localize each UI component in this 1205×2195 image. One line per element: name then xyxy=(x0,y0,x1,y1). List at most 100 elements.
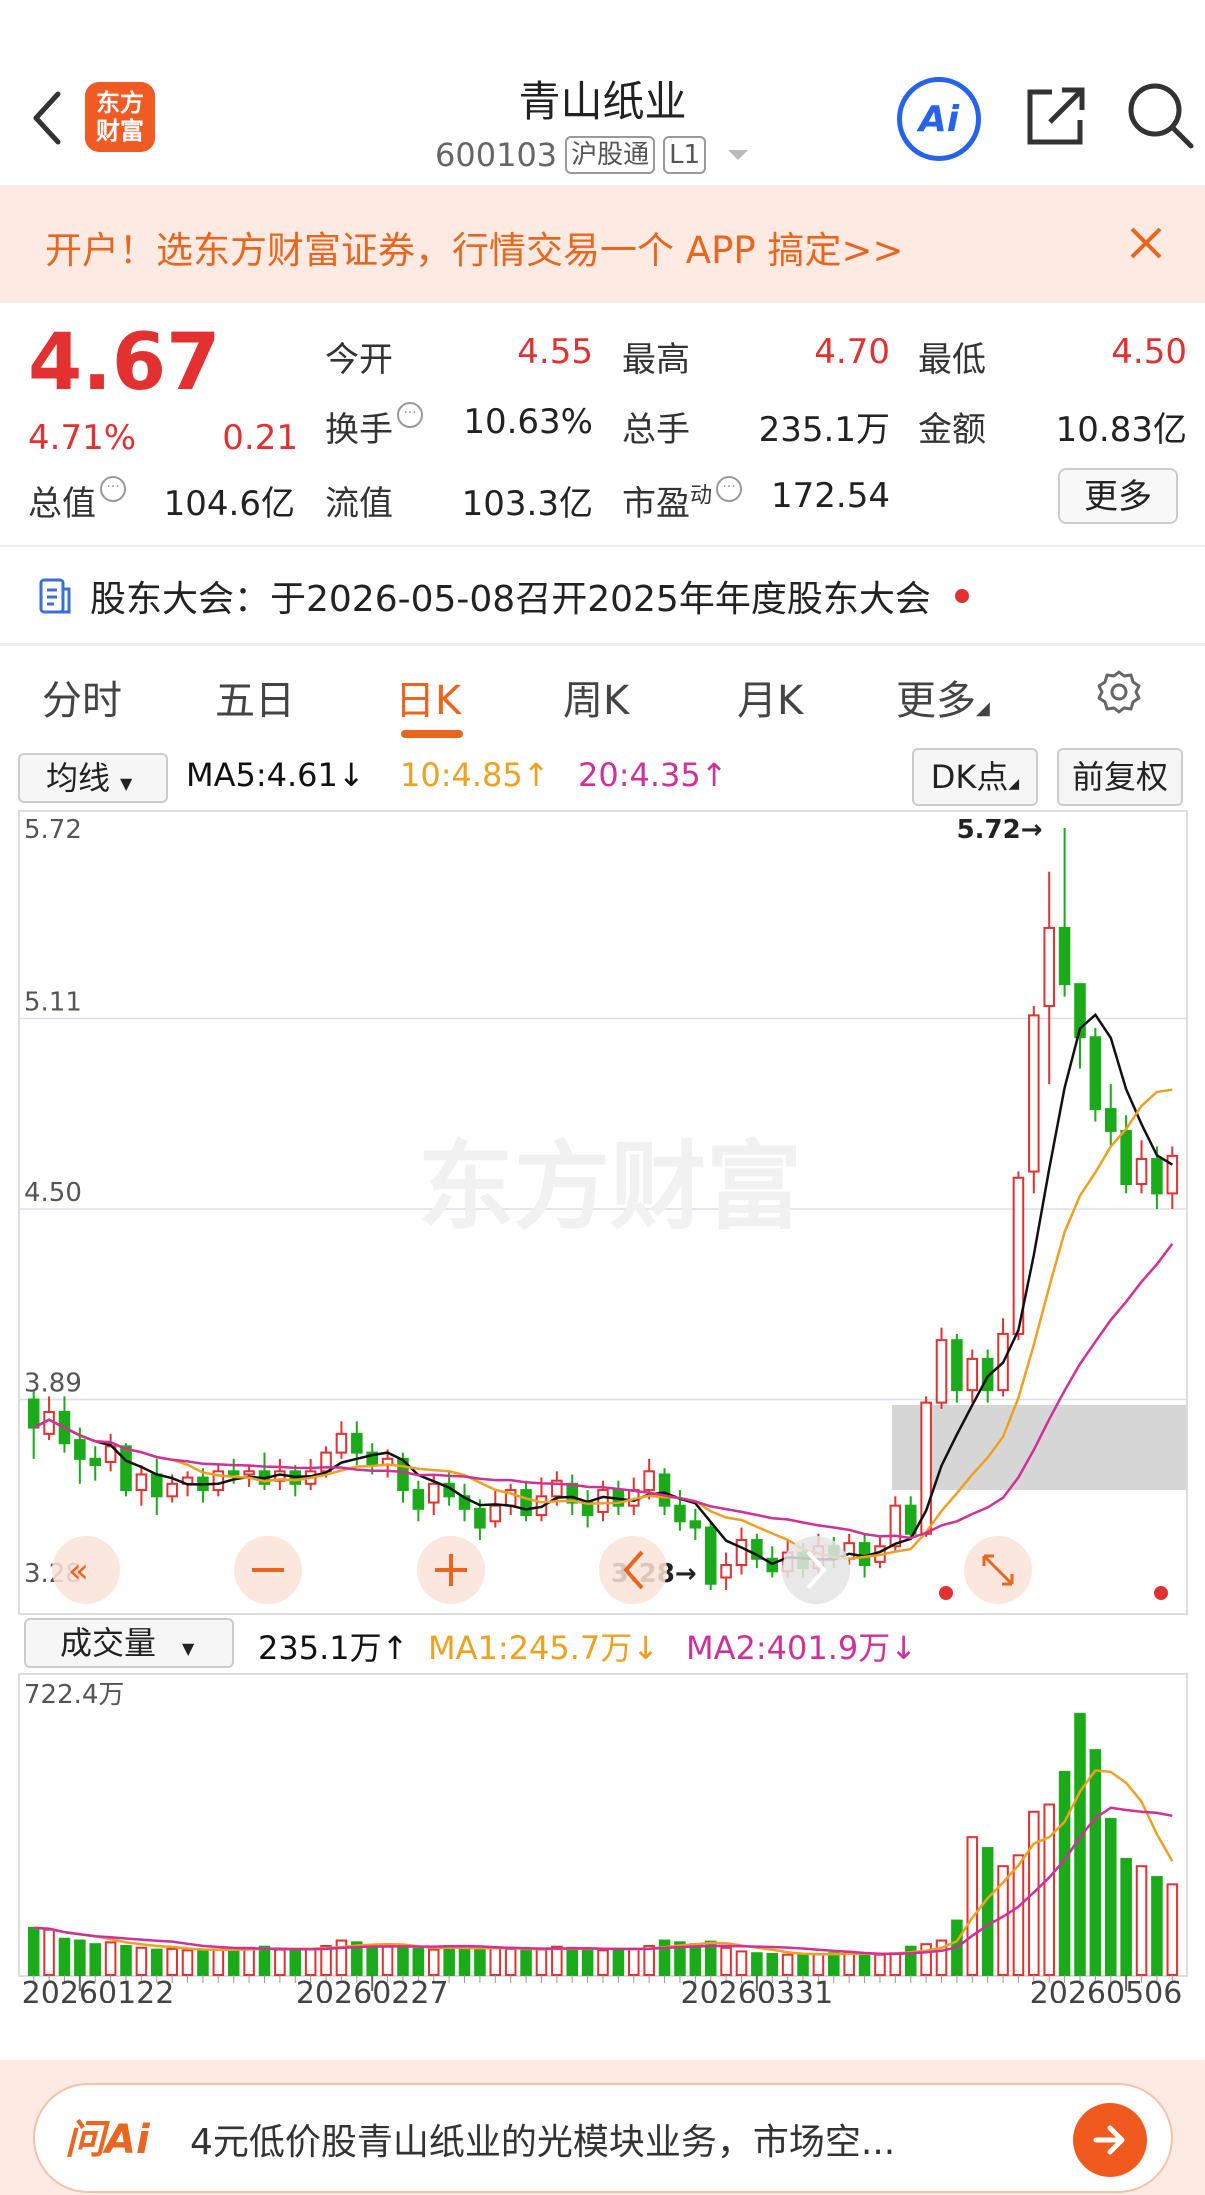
volume-bar xyxy=(1135,1865,1148,1976)
stock-code: 600103 xyxy=(435,136,558,174)
close-icon[interactable] xyxy=(1128,225,1164,261)
volume-bar xyxy=(720,1946,732,1977)
stock-code-row[interactable]: 600103 沪股通 L1 xyxy=(435,133,749,177)
volume-bar xyxy=(412,1947,425,1977)
ask-ai-prompt[interactable]: 4元低价股青山纸业的光模块业务，市场空... xyxy=(190,2113,895,2165)
change-percent: 4.71% xyxy=(28,418,137,458)
gear-icon[interactable] xyxy=(1095,668,1143,716)
volume-bar xyxy=(812,1952,825,1977)
tab-intraday[interactable]: 分时 xyxy=(42,668,122,726)
search-icon[interactable] xyxy=(1125,80,1195,150)
candle-body xyxy=(1104,1108,1117,1132)
volume-bar xyxy=(828,1952,840,1976)
tab-five-day[interactable]: 五日 xyxy=(215,668,295,726)
volume-bar xyxy=(458,1946,471,1976)
scroll-left-button[interactable] xyxy=(599,1536,667,1604)
vol-ma1-legend: MA1:245.7万↓ xyxy=(428,1629,660,1667)
high-label: 最高 xyxy=(622,340,690,380)
candle-body xyxy=(1028,1014,1040,1173)
candle-body xyxy=(89,1457,102,1467)
promo-banner-text[interactable]: 开户！选东方财富证券，行情交易一个 APP 搞定>> xyxy=(45,220,903,274)
candle-body xyxy=(351,1432,363,1454)
notice-row[interactable]: 股东大会：于2026-05-08召开2025年年度股东大会 xyxy=(38,570,969,622)
candle-body xyxy=(243,1470,255,1476)
ai-assistant-button[interactable]: Ai xyxy=(897,77,981,161)
volume-bar xyxy=(751,1952,763,1976)
level-tag: L1 xyxy=(663,136,707,174)
volume-max-label: 722.4万 xyxy=(24,1680,124,1710)
turnover-value: 10.63% xyxy=(463,402,593,442)
volume-bar xyxy=(27,1926,40,1977)
dk-point-button[interactable]: DK点◢ xyxy=(912,748,1038,806)
candle-body xyxy=(966,1357,979,1392)
mktcap-value: 104.6亿 xyxy=(163,484,295,524)
volume-frame xyxy=(18,1673,1188,1977)
tab-weekly-k[interactable]: 周K xyxy=(563,668,629,726)
volume-label: 总手 xyxy=(622,410,690,450)
volume-bar xyxy=(1104,1818,1117,1976)
volume-bar xyxy=(889,1952,902,1976)
document-icon xyxy=(39,578,71,614)
chevron-down-icon[interactable] xyxy=(728,150,749,160)
ma10-legend: 10:4.85↑ xyxy=(400,756,550,794)
tab-daily-k[interactable]: 日K xyxy=(395,668,461,726)
volume-bar xyxy=(181,1949,194,1977)
candlestick-chart[interactable]: 东方财富 5.725.114.503.893.28 5.72→3.28→ « xyxy=(18,810,1188,1615)
scroll-right-button[interactable] xyxy=(782,1536,850,1604)
volume-bar xyxy=(1058,1770,1071,1976)
tab-more[interactable]: 更多◢ xyxy=(896,668,990,726)
volume-bar xyxy=(797,1954,809,1977)
ma5-legend: MA5:4.61↓ xyxy=(186,756,365,794)
info-icon[interactable]: ··· xyxy=(716,476,743,502)
volume-bar xyxy=(151,1948,163,1976)
pe-label: 市盈动 ··· xyxy=(622,476,743,525)
date-axis-label: 20260506 xyxy=(1030,1976,1183,2003)
volume-bar xyxy=(597,1949,609,1977)
candle-body xyxy=(935,1339,948,1404)
dk-point-label: DK点 xyxy=(930,758,1009,796)
ask-ai-logo: 问Ai xyxy=(65,2117,150,2163)
candle-body xyxy=(151,1473,163,1498)
tab-monthly-k[interactable]: 月K xyxy=(737,668,803,726)
send-button[interactable] xyxy=(1073,2103,1147,2177)
promo-banner[interactable]: 开户！选东方财富证券，行情交易一个 APP 搞定>> xyxy=(0,185,1205,303)
volume-chart[interactable]: 722.4万 20260122 20260227 20260331 20260506 xyxy=(18,1673,1188,2003)
dropdown-caret-icon: ▼ xyxy=(120,774,133,793)
volume-bar xyxy=(1120,1857,1132,1976)
volume-bar xyxy=(381,1945,394,1977)
volume-bar xyxy=(320,1944,332,1976)
notice-text: 股东大会：于2026-05-08召开2025年年度股东大会 xyxy=(90,579,931,620)
candle-body xyxy=(720,1564,732,1579)
ma20-legend: 20:4.35↑ xyxy=(578,756,728,794)
ma-indicator-select[interactable]: 均线 ▼ xyxy=(18,753,168,803)
adjust-mode-button[interactable]: 前复权 xyxy=(1057,748,1183,806)
volume-indicator-select[interactable]: 成交量 ▼ xyxy=(24,1618,234,1668)
more-button[interactable]: 更多 xyxy=(1058,468,1178,524)
volume-bar xyxy=(689,1943,702,1977)
candle-body xyxy=(597,1489,609,1513)
divider xyxy=(0,643,1205,646)
info-icon[interactable]: ··· xyxy=(100,476,126,502)
info-icon[interactable]: ··· xyxy=(397,402,423,428)
vol-ma2-legend: MA2:401.9万↓ xyxy=(686,1629,918,1667)
volume-bar xyxy=(874,1953,886,1976)
ask-ai-bar[interactable]: 问Ai 4元低价股青山纸业的光模块业务，市场空... xyxy=(33,2083,1173,2193)
pe-value: 172.54 xyxy=(771,476,890,516)
candle-body xyxy=(474,1507,486,1529)
candle-body xyxy=(335,1432,348,1454)
turnover-label: 换手 ··· xyxy=(325,402,423,451)
unread-dot xyxy=(954,589,969,603)
price-axis-label: 5.11 xyxy=(24,988,82,1018)
volume-bar xyxy=(135,1946,148,1977)
share-icon[interactable] xyxy=(1022,82,1090,150)
volume-bar xyxy=(58,1937,71,1976)
volume-bar xyxy=(74,1939,86,1977)
volume-bar xyxy=(1151,1876,1163,1977)
candle-body xyxy=(889,1504,902,1548)
volume-bar xyxy=(89,1943,102,1977)
volume-bar xyxy=(443,1944,455,1976)
candle-body xyxy=(658,1473,671,1507)
candle-body xyxy=(166,1482,178,1498)
candle-body xyxy=(1120,1129,1132,1186)
candle-body xyxy=(27,1398,40,1429)
